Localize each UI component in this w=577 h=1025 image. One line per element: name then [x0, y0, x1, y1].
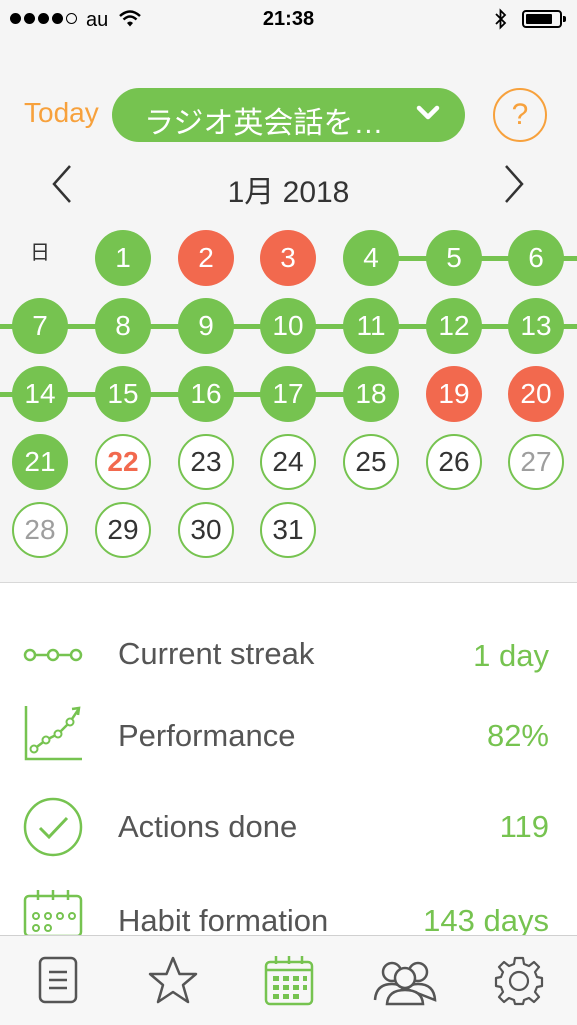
tab-bar	[0, 935, 577, 1025]
calendar-day-2[interactable]: 2	[178, 230, 234, 286]
settings-tab[interactable]	[494, 956, 544, 1011]
stat-value: 143 days	[423, 903, 549, 938]
calendar-day-20[interactable]: 20	[508, 366, 564, 422]
habit-selector[interactable]: ラジオ英会話を…	[112, 88, 465, 142]
battery-icon	[522, 10, 566, 28]
calendar-day-10[interactable]: 10	[260, 298, 316, 354]
calendar-day-7[interactable]: 7	[12, 298, 68, 354]
stat-value: 1 day	[473, 638, 549, 673]
status-bar: au 21:38	[0, 0, 577, 40]
list-icon	[38, 956, 78, 1004]
calendar-day-6[interactable]: 6	[508, 230, 564, 286]
next-month-button[interactable]	[500, 164, 528, 209]
weekday-header: 日	[30, 242, 50, 264]
calendar-day-21[interactable]: 21	[12, 434, 68, 490]
streak-icon	[22, 643, 84, 672]
calendar-day-17[interactable]: 17	[260, 366, 316, 422]
calendar-day-28[interactable]: 28	[12, 502, 68, 558]
calendar-panel: Today ラジオ英会話を… ? 1月 2018 日月火水木金土 1234567…	[0, 40, 577, 583]
calendar-tab[interactable]	[263, 956, 315, 1011]
calendar-day-18[interactable]: 18	[343, 366, 399, 422]
bluetooth-icon	[494, 7, 508, 36]
favorites-tab[interactable]	[147, 956, 199, 1011]
month-label: 1月 2018	[227, 176, 350, 209]
calendar-day-27[interactable]: 27	[508, 434, 564, 490]
calendar-day-1[interactable]: 1	[95, 230, 151, 286]
calendar-day-15[interactable]: 15	[95, 366, 151, 422]
calendar-day-24[interactable]: 24	[260, 434, 316, 490]
calendar-day-9[interactable]: 9	[178, 298, 234, 354]
calendar-day-31[interactable]: 31	[260, 502, 316, 558]
stat-label: Actions done	[118, 809, 298, 844]
calendar-day-8[interactable]: 8	[95, 298, 151, 354]
calendar-day-11[interactable]: 11	[343, 298, 399, 354]
calendar-day-29[interactable]: 29	[95, 502, 151, 558]
checkmark-circle-icon	[22, 796, 84, 863]
star-icon	[148, 956, 198, 1004]
stat-value: 82%	[486, 718, 549, 753]
community-tab[interactable]	[372, 956, 438, 1011]
calendar-day-3[interactable]: 3	[260, 230, 316, 286]
stat-label: Habit formation	[118, 903, 329, 938]
performance-chart-icon	[22, 704, 84, 767]
calendar-grid-icon	[22, 890, 84, 941]
calendar-day-19[interactable]: 19	[426, 366, 482, 422]
calendar-day-16[interactable]: 16	[178, 366, 234, 422]
calendar-day-22[interactable]: 22	[95, 434, 151, 490]
calendar-day-14[interactable]: 14	[12, 366, 68, 422]
stat-label: Performance	[118, 718, 296, 753]
calendar-day-13[interactable]: 13	[508, 298, 564, 354]
help-button[interactable]: ?	[493, 88, 547, 142]
habit-title: ラジオ英会話を…	[144, 107, 384, 140]
stat-value: 119	[499, 809, 549, 844]
calendar-day-5[interactable]: 5	[426, 230, 482, 286]
calendar-day-4[interactable]: 4	[343, 230, 399, 286]
clock: 21:38	[262, 8, 315, 30]
calendar-day-30[interactable]: 30	[178, 502, 234, 558]
calendar-day-23[interactable]: 23	[178, 434, 234, 490]
chevron-down-icon	[414, 102, 442, 129]
people-icon	[373, 961, 437, 1006]
today-button[interactable]: Today	[24, 97, 99, 129]
list-tab[interactable]	[38, 956, 78, 1009]
calendar-day-25[interactable]: 25	[343, 434, 399, 490]
calendar-day-26[interactable]: 26	[426, 434, 482, 490]
calendar-day-12[interactable]: 12	[426, 298, 482, 354]
calendar-icon	[264, 956, 314, 1006]
stat-label: Current streak	[118, 636, 315, 671]
gear-icon	[494, 956, 544, 1006]
